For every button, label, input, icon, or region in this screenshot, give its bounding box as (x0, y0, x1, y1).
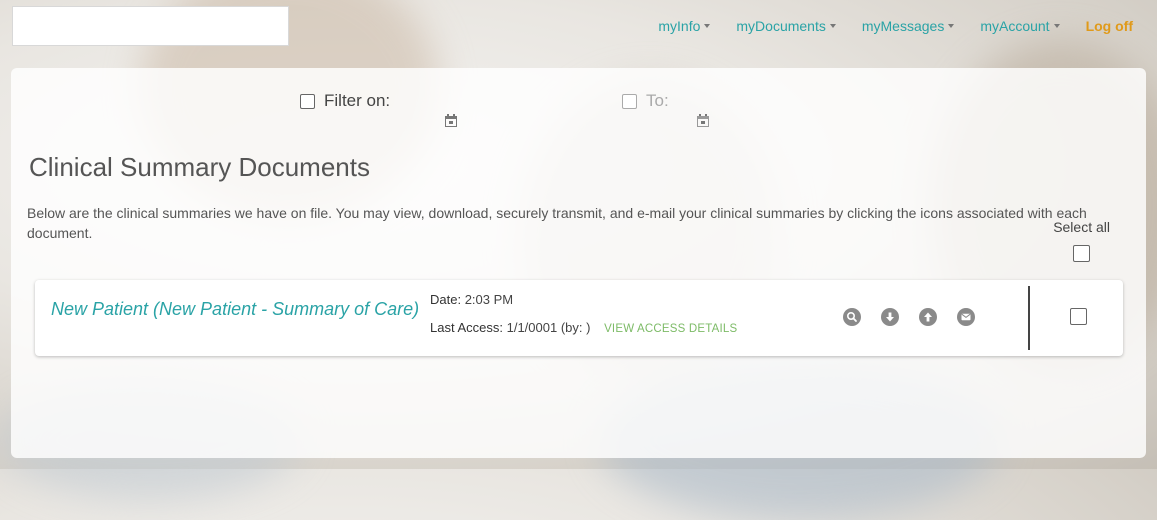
select-all-group: Select all (1053, 219, 1110, 262)
filter-on-checkbox[interactable] (300, 93, 315, 109)
filter-on-label: Filter on: (324, 91, 391, 110)
to-group: To: (622, 91, 669, 111)
caret-down-icon (948, 24, 955, 28)
last-access-label: Last Access: (430, 320, 503, 335)
document-row: New Patient (New Patient - Summary of Ca… (35, 280, 1123, 356)
caret-down-icon (1053, 24, 1060, 28)
email-icon[interactable] (957, 308, 975, 326)
document-title-link[interactable]: New Patient (New Patient - Summary of Ca… (51, 299, 421, 320)
document-meta: Date: 2:03 PM Last Access: 1/1/0001 (by:… (430, 292, 737, 335)
search-icon[interactable] (843, 308, 861, 326)
main-nav: myInfo myDocuments myMessages myAccount … (658, 18, 1133, 34)
calendar-icon[interactable] (697, 114, 709, 127)
nav-myinfo-label: myInfo (658, 18, 701, 34)
document-actions (843, 308, 975, 326)
to-label: To: (646, 91, 669, 110)
last-access-value: 1/1/0001 (by: ) (506, 320, 591, 335)
logoff-link[interactable]: Log off (1086, 18, 1133, 34)
date-filter-bar: Filter on: To: (11, 88, 1146, 127)
date-value: 2:03 PM (464, 292, 514, 307)
page-description: Below are the clinical summaries we have… (27, 205, 1087, 241)
date-row: Date: 2:03 PM (430, 292, 737, 307)
nav-mymessages[interactable]: myMessages (861, 18, 955, 34)
upload-icon[interactable] (919, 308, 937, 326)
nav-myaccount[interactable]: myAccount (980, 18, 1060, 34)
last-access-row: Last Access: 1/1/0001 (by: ) VIEW ACCESS… (430, 320, 737, 335)
caret-down-icon (829, 24, 836, 28)
nav-mydocuments-label: myDocuments (736, 18, 826, 34)
top-bar: myInfo myDocuments myMessages myAccount … (0, 0, 1157, 58)
download-icon[interactable] (881, 308, 899, 326)
document-select-checkbox[interactable] (1070, 308, 1087, 325)
select-all-label: Select all (1053, 219, 1110, 235)
nav-myaccount-label: myAccount (980, 18, 1050, 34)
logo-placeholder[interactable] (12, 6, 289, 46)
nav-mydocuments[interactable]: myDocuments (736, 18, 836, 34)
calendar-icon[interactable] (445, 114, 457, 127)
filter-on-group: Filter on: (300, 91, 390, 111)
nav-mymessages-label: myMessages (861, 18, 945, 34)
date-label: Date: (430, 292, 462, 307)
page-title: Clinical Summary Documents (29, 152, 370, 182)
row-select (1070, 308, 1087, 330)
to-checkbox[interactable] (622, 93, 637, 109)
main-panel: Filter on: To: Clinical Summary Document… (11, 68, 1146, 458)
row-divider (1028, 286, 1030, 350)
nav-myinfo[interactable]: myInfo (658, 18, 711, 34)
view-access-details-link[interactable]: VIEW ACCESS DETAILS (604, 323, 737, 335)
select-all-checkbox[interactable] (1073, 245, 1091, 262)
caret-down-icon (704, 24, 711, 28)
